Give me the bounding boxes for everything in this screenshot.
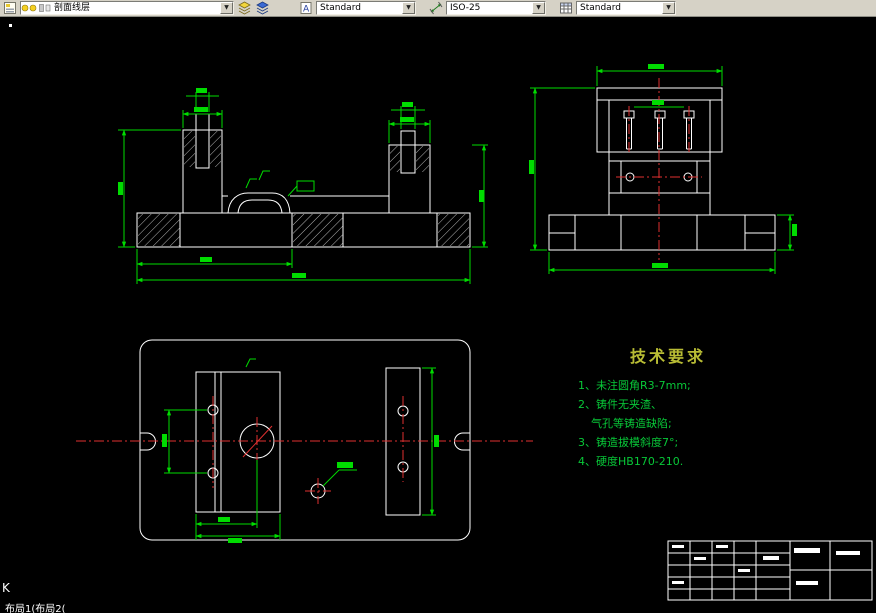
text-style-icon[interactable]: A xyxy=(298,1,314,16)
cursor-mark xyxy=(9,24,12,27)
plan-view xyxy=(76,339,533,543)
layer-states-icon[interactable] xyxy=(254,1,270,16)
tech-requirements-list: 1、未注圆角R3-7mm; 2、铸件无夹渣、 气孔等铸造缺陷; 3、铸造拔模斜度… xyxy=(578,376,758,471)
dim-style-combo-arrow-icon[interactable]: ▼ xyxy=(532,2,545,14)
dim-style-icon[interactable] xyxy=(428,1,444,16)
text-style-combo-arrow-icon[interactable]: ▼ xyxy=(402,2,415,14)
statusbar: 布局1(布局2( xyxy=(0,601,876,613)
tech-line: 气孔等铸造缺陷; xyxy=(591,417,672,430)
drawing-canvas[interactable]: 技术要求 1、未注圆角R3-7mm; 2、铸件无夹渣、 气孔等铸造缺陷; 3、铸… xyxy=(0,17,876,601)
side-view xyxy=(529,64,797,274)
layer-combo-arrow-icon[interactable]: ▼ xyxy=(220,2,233,14)
tech-line: 2、铸件无夹渣、 xyxy=(578,398,662,411)
layer-properties-icon[interactable] xyxy=(236,1,252,16)
drawing-linework xyxy=(9,24,873,601)
layer-properties-icon-glyph xyxy=(237,1,251,15)
layer-list-icon[interactable] xyxy=(2,1,18,16)
layer-state-icons xyxy=(21,1,51,16)
tech-line: 4、硬度HB170-210. xyxy=(578,455,684,468)
table-style-combo[interactable]: Standard ▼ xyxy=(576,1,676,15)
table-style-icon[interactable] xyxy=(558,1,574,16)
toolbar: 剖面线层 ▼ A Standard ▼ ISO-25 ▼ Standard ▼ xyxy=(0,0,876,17)
dim-style-icon-glyph xyxy=(429,1,442,15)
tech-requirements-title: 技术要求 xyxy=(629,347,706,366)
layer-list-icon-glyph xyxy=(4,2,16,14)
corner-label: K xyxy=(2,581,10,595)
front-view xyxy=(118,88,488,284)
text-style-icon-glyph: A xyxy=(300,2,312,15)
table-style-combo-arrow-icon[interactable]: ▼ xyxy=(662,2,675,14)
tech-line: 3、铸造拔模斜度7°; xyxy=(578,436,679,449)
tech-line: 1、未注圆角R3-7mm; xyxy=(578,379,691,392)
layer-combo-value: 剖面线层 xyxy=(54,3,91,13)
layer-combo[interactable]: 剖面线层 ▼ xyxy=(20,1,234,15)
table-style-icon-glyph xyxy=(560,2,572,14)
tech-requirements: 技术要求 1、未注圆角R3-7mm; 2、铸件无夹渣、 气孔等铸造缺陷; 3、铸… xyxy=(578,343,758,471)
title-block xyxy=(667,540,873,601)
text-style-combo[interactable]: Standard ▼ xyxy=(316,1,416,15)
table-style-combo-value: Standard xyxy=(580,3,621,13)
layer-states-icon-glyph xyxy=(255,1,269,15)
svg-text:A: A xyxy=(303,5,310,15)
layout-tabs[interactable]: 布局1(布局2( xyxy=(5,601,66,613)
text-style-combo-value: Standard xyxy=(320,3,361,13)
cad-window: 剖面线层 ▼ A Standard ▼ ISO-25 ▼ Standard ▼ … xyxy=(0,0,876,613)
dim-style-combo[interactable]: ISO-25 ▼ xyxy=(446,1,546,15)
layer-state-icons-glyph xyxy=(21,4,51,12)
dim-style-combo-value: ISO-25 xyxy=(450,3,481,13)
